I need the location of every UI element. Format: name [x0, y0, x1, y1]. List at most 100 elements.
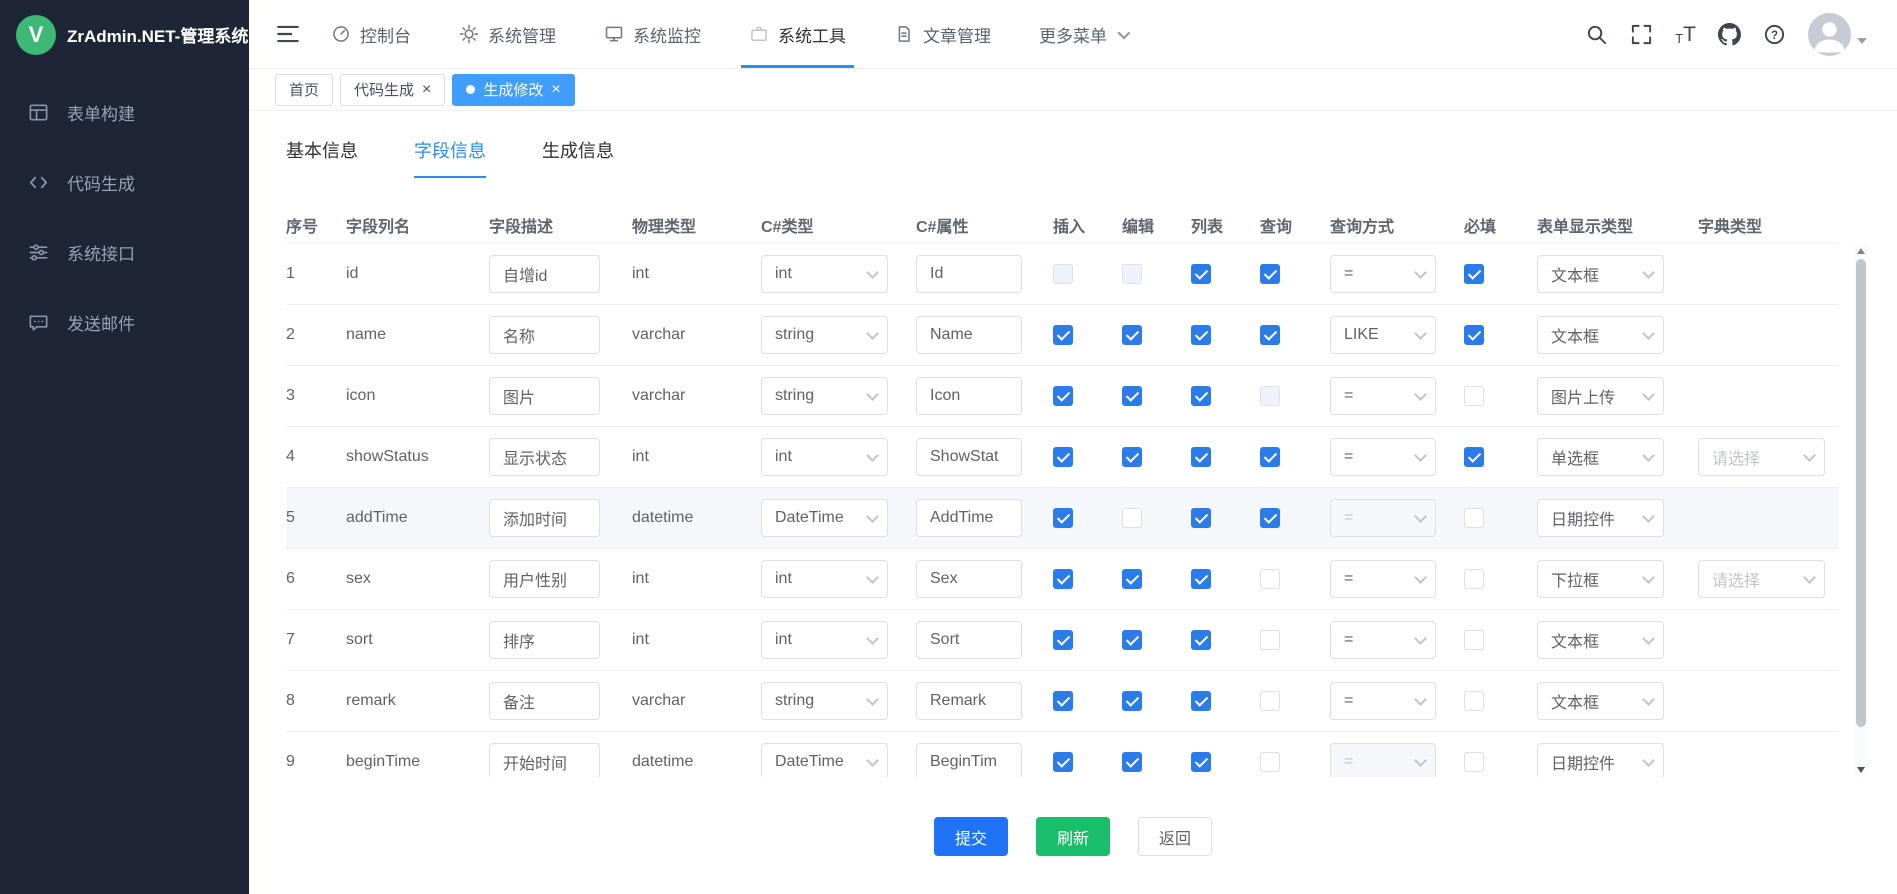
dict-type-select[interactable]: 请选择	[1698, 560, 1825, 598]
list-checkbox[interactable]	[1191, 630, 1211, 650]
csharp-property-input[interactable]	[916, 499, 1022, 537]
description-input[interactable]	[489, 499, 600, 537]
query-checkbox[interactable]	[1260, 508, 1280, 528]
required-checkbox[interactable]	[1464, 752, 1484, 772]
csharp-type-select[interactable]: DateTime	[761, 499, 888, 537]
query-checkbox[interactable]	[1260, 630, 1280, 650]
nav-item-system-tools[interactable]: 系统工具	[749, 0, 846, 68]
query-checkbox[interactable]	[1260, 569, 1280, 589]
query-checkbox[interactable]	[1260, 386, 1280, 406]
nav-item-system-monitor[interactable]: 系统监控	[604, 0, 701, 68]
tab-field-info[interactable]: 字段信息	[414, 137, 486, 178]
csharp-property-input[interactable]	[916, 560, 1022, 598]
query-method-select[interactable]: =	[1330, 377, 1436, 415]
tab-basic-info[interactable]: 基本信息	[286, 137, 358, 178]
required-checkbox[interactable]	[1464, 691, 1484, 711]
insert-checkbox[interactable]	[1053, 752, 1073, 772]
query-method-select[interactable]: =	[1330, 621, 1436, 659]
font-size-icon[interactable]: TT	[1675, 24, 1696, 45]
csharp-type-select[interactable]: string	[761, 682, 888, 720]
description-input[interactable]	[489, 316, 600, 354]
description-input[interactable]	[489, 743, 600, 777]
close-icon[interactable]: ×	[422, 82, 431, 98]
csharp-type-select[interactable]: DateTime	[761, 743, 888, 777]
help-icon[interactable]: ?	[1763, 23, 1786, 46]
query-method-select[interactable]: =	[1330, 255, 1436, 293]
query-checkbox[interactable]	[1260, 691, 1280, 711]
csharp-property-input[interactable]	[916, 316, 1022, 354]
scrollbar-thumb[interactable]	[1856, 259, 1866, 727]
required-checkbox[interactable]	[1464, 508, 1484, 528]
list-checkbox[interactable]	[1191, 569, 1211, 589]
display-type-select[interactable]: 单选框	[1537, 438, 1664, 476]
list-checkbox[interactable]	[1191, 508, 1211, 528]
display-type-select[interactable]: 文本框	[1537, 255, 1664, 293]
insert-checkbox[interactable]	[1053, 569, 1073, 589]
edit-checkbox[interactable]	[1122, 752, 1142, 772]
required-checkbox[interactable]	[1464, 264, 1484, 284]
tag-gen-edit[interactable]: 生成修改 ×	[452, 74, 574, 106]
csharp-property-input[interactable]	[916, 743, 1022, 777]
list-checkbox[interactable]	[1191, 447, 1211, 467]
query-checkbox[interactable]	[1260, 325, 1280, 345]
list-checkbox[interactable]	[1191, 264, 1211, 284]
hamburger-icon[interactable]	[275, 21, 301, 47]
csharp-property-input[interactable]	[916, 682, 1022, 720]
edit-checkbox[interactable]	[1122, 508, 1142, 528]
edit-checkbox[interactable]	[1122, 691, 1142, 711]
user-menu[interactable]	[1808, 13, 1867, 56]
query-checkbox[interactable]	[1260, 752, 1280, 772]
query-method-select[interactable]: =	[1330, 560, 1436, 598]
search-icon[interactable]	[1585, 23, 1608, 46]
fullscreen-icon[interactable]	[1630, 23, 1653, 46]
query-checkbox[interactable]	[1260, 447, 1280, 467]
edit-checkbox[interactable]	[1122, 569, 1142, 589]
nav-item-console[interactable]: 控制台	[331, 0, 411, 68]
list-checkbox[interactable]	[1191, 325, 1211, 345]
edit-checkbox[interactable]	[1122, 264, 1142, 284]
app-logo[interactable]: V ZrAdmin.NET-管理系统	[0, 0, 249, 69]
csharp-type-select[interactable]: int	[761, 621, 888, 659]
csharp-property-input[interactable]	[916, 621, 1022, 659]
tag-code-gen[interactable]: 代码生成 ×	[340, 74, 445, 106]
insert-checkbox[interactable]	[1053, 447, 1073, 467]
edit-checkbox[interactable]	[1122, 630, 1142, 650]
display-type-select[interactable]: 下拉框	[1537, 560, 1664, 598]
list-checkbox[interactable]	[1191, 386, 1211, 406]
description-input[interactable]	[489, 682, 600, 720]
sidebar-item-send-mail[interactable]: 发送邮件	[0, 287, 249, 357]
csharp-type-select[interactable]: int	[761, 438, 888, 476]
description-input[interactable]	[489, 621, 600, 659]
github-icon[interactable]	[1718, 23, 1741, 46]
insert-checkbox[interactable]	[1053, 264, 1073, 284]
list-checkbox[interactable]	[1191, 752, 1211, 772]
query-method-select[interactable]: =	[1330, 743, 1436, 777]
sidebar-item-system-api[interactable]: 系统接口	[0, 217, 249, 287]
query-method-select[interactable]: LIKE	[1330, 316, 1436, 354]
tab-gen-info[interactable]: 生成信息	[542, 137, 614, 178]
display-type-select[interactable]: 文本框	[1537, 682, 1664, 720]
query-method-select[interactable]: =	[1330, 682, 1436, 720]
required-checkbox[interactable]	[1464, 325, 1484, 345]
nav-item-system-manage[interactable]: 系统管理	[459, 0, 556, 68]
dict-type-select[interactable]: 请选择	[1698, 438, 1825, 476]
refresh-button[interactable]: 刷新	[1036, 817, 1110, 856]
edit-checkbox[interactable]	[1122, 325, 1142, 345]
query-checkbox[interactable]	[1260, 264, 1280, 284]
query-method-select[interactable]: =	[1330, 438, 1436, 476]
insert-checkbox[interactable]	[1053, 691, 1073, 711]
table-scrollbar[interactable]	[1854, 244, 1868, 777]
sidebar-item-code-gen[interactable]: 代码生成	[0, 147, 249, 217]
sidebar-item-form-builder[interactable]: 表单构建	[0, 77, 249, 147]
insert-checkbox[interactable]	[1053, 325, 1073, 345]
list-checkbox[interactable]	[1191, 691, 1211, 711]
close-icon[interactable]: ×	[551, 82, 560, 98]
nav-item-article-manage[interactable]: 文章管理	[894, 0, 991, 68]
display-type-select[interactable]: 图片上传	[1537, 377, 1664, 415]
required-checkbox[interactable]	[1464, 447, 1484, 467]
tag-home[interactable]: 首页	[275, 74, 333, 106]
submit-button[interactable]: 提交	[934, 817, 1008, 856]
display-type-select[interactable]: 文本框	[1537, 621, 1664, 659]
scroll-down-icon[interactable]	[1854, 763, 1868, 777]
insert-checkbox[interactable]	[1053, 630, 1073, 650]
